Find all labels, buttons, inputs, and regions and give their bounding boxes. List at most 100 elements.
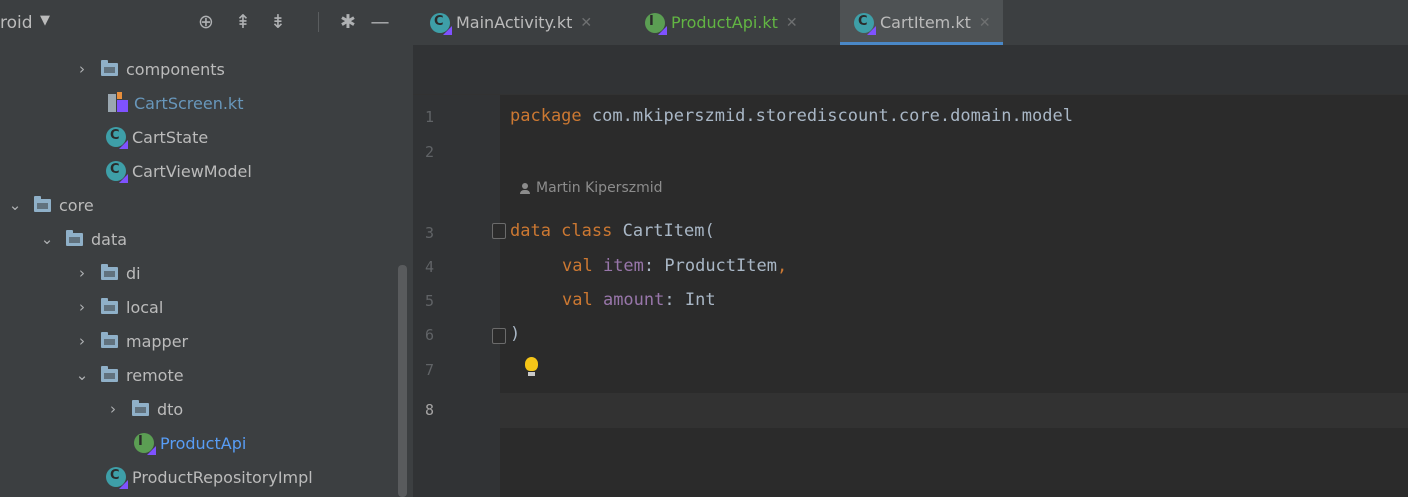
kotlin-file-icon xyxy=(108,92,128,114)
line-number: 4 xyxy=(425,258,435,276)
project-toolbar: roid ▼ ⊕ ⇞ ⇟ ✱ — xyxy=(0,0,413,45)
tree-item-label: dto xyxy=(157,399,184,419)
folder-icon xyxy=(101,331,118,348)
keyword: data class xyxy=(510,221,613,241)
tree-item-label: ProductRepositoryImpl xyxy=(132,467,313,487)
code-line-5[interactable]: val amount: Int xyxy=(562,290,716,310)
folder-icon xyxy=(101,59,118,76)
tree-item-label: CartViewModel xyxy=(132,161,252,181)
toolbar-divider xyxy=(318,12,319,32)
kotlin-interface-icon: I xyxy=(645,12,667,35)
property-type: : Int xyxy=(664,290,716,310)
lightbulb-icon[interactable] xyxy=(524,357,538,379)
close-icon[interactable]: ✕ xyxy=(979,15,991,31)
close-icon[interactable]: ✕ xyxy=(580,15,592,31)
tree-item-label: di xyxy=(126,263,141,283)
folder-icon xyxy=(101,365,118,382)
line-number: 1 xyxy=(425,108,435,126)
author-name: Martin Kiperszmid xyxy=(536,180,663,196)
chevron-right-icon[interactable]: › xyxy=(73,264,91,282)
code-line-4[interactable]: val item: ProductItem, xyxy=(562,256,787,276)
kotlin-class-icon: C xyxy=(430,12,452,35)
tree-item-label: components xyxy=(126,59,225,79)
editor-tab-bar: C MainActivity.kt ✕ I ProductApi.kt ✕ C … xyxy=(413,0,1408,45)
tree-item-di[interactable]: › di xyxy=(73,256,141,290)
tab-productapi[interactable]: I ProductApi.kt ✕ xyxy=(645,0,804,45)
chevron-down-icon[interactable]: ⌄ xyxy=(38,230,56,248)
folder-icon xyxy=(34,195,51,212)
tree-item-label: CartState xyxy=(132,127,209,147)
tree-item-label: mapper xyxy=(126,331,189,351)
kotlin-class-icon: C xyxy=(854,12,876,35)
author-hint[interactable]: Martin Kiperszmid xyxy=(520,180,663,196)
tree-item-cartviewmodel[interactable]: C CartViewModel xyxy=(106,154,252,188)
hide-icon[interactable]: — xyxy=(367,9,393,35)
project-panel: roid ▼ ⊕ ⇞ ⇟ ✱ — › components CartScreen… xyxy=(0,0,413,497)
tree-item-label: core xyxy=(59,195,94,215)
folder-icon xyxy=(66,229,83,246)
tree-item-data[interactable]: ⌄ data xyxy=(38,222,127,256)
line-number: 5 xyxy=(425,292,435,310)
closing-paren: ) xyxy=(510,324,521,344)
property-name: item xyxy=(592,256,644,276)
property-name: amount xyxy=(592,290,665,310)
folder-icon xyxy=(132,399,149,416)
tree-item-cartscreen[interactable]: CartScreen.kt xyxy=(108,86,243,120)
tree-item-mapper[interactable]: › mapper xyxy=(73,324,188,358)
tree-item-label: CartScreen.kt xyxy=(134,93,244,113)
fold-marker-icon[interactable] xyxy=(492,223,506,239)
project-scrollbar[interactable] xyxy=(398,265,407,497)
kotlin-class-icon: C xyxy=(106,161,128,183)
line-number: 3 xyxy=(425,224,435,242)
chevron-down-icon[interactable]: ⌄ xyxy=(6,196,24,214)
tree-item-label: ProductApi xyxy=(160,433,247,453)
tab-label: MainActivity.kt xyxy=(456,13,573,32)
current-line-highlight xyxy=(500,393,1408,428)
tree-item-cartstate[interactable]: C CartState xyxy=(106,120,208,154)
expand-all-icon[interactable]: ⇞ xyxy=(230,9,256,35)
tree-item-label: data xyxy=(91,229,128,249)
chevron-down-icon[interactable]: ⌄ xyxy=(73,366,91,384)
person-icon xyxy=(520,182,530,194)
chevron-right-icon[interactable]: › xyxy=(73,298,91,316)
tree-item-productapi[interactable]: I ProductApi xyxy=(134,426,246,460)
chevron-down-icon[interactable]: ▼ xyxy=(40,13,50,28)
code-line-3[interactable]: data class CartItem( xyxy=(510,221,715,241)
kotlin-class-icon: C xyxy=(106,127,128,149)
fold-marker-icon[interactable] xyxy=(492,328,506,344)
comma: , xyxy=(776,256,788,276)
class-declaration: CartItem( xyxy=(612,221,715,241)
tree-item-label: remote xyxy=(126,365,184,385)
line-number: 2 xyxy=(425,143,435,161)
locate-icon[interactable]: ⊕ xyxy=(193,9,219,35)
tree-item-remote[interactable]: ⌄ remote xyxy=(73,358,184,392)
kotlin-class-icon: C xyxy=(106,467,128,489)
folder-icon xyxy=(101,297,118,314)
line-number: 6 xyxy=(425,326,435,344)
code-line-6[interactable]: ) xyxy=(510,324,520,344)
package-name: com.mkiperszmid.storediscount.core.domai… xyxy=(581,106,1073,126)
chevron-right-icon[interactable]: › xyxy=(104,400,122,418)
keyword: val xyxy=(562,290,593,310)
tree-item-productrepositoryimpl[interactable]: C ProductRepositoryImpl xyxy=(106,460,313,494)
gear-icon[interactable]: ✱ xyxy=(335,9,361,35)
tree-item-local[interactable]: › local xyxy=(73,290,163,324)
line-number-current: 8 xyxy=(425,401,435,419)
chevron-right-icon[interactable]: › xyxy=(73,60,91,78)
collapse-all-icon[interactable]: ⇟ xyxy=(265,9,291,35)
tab-mainactivity[interactable]: C MainActivity.kt ✕ xyxy=(430,0,598,45)
tree-item-dto[interactable]: › dto xyxy=(104,392,183,426)
property-type: : ProductItem xyxy=(643,256,777,276)
line-number: 7 xyxy=(425,361,435,379)
close-icon[interactable]: ✕ xyxy=(786,15,798,31)
tree-item-components[interactable]: › components xyxy=(73,52,225,86)
tree-item-label: local xyxy=(126,297,164,317)
project-view-title[interactable]: roid xyxy=(0,13,33,33)
tab-label: ProductApi.kt xyxy=(671,13,778,32)
chevron-right-icon[interactable]: › xyxy=(73,332,91,350)
code-line-1[interactable]: package com.mkiperszmid.storediscount.co… xyxy=(510,106,1073,126)
kotlin-interface-icon: I xyxy=(134,433,156,455)
tree-item-core[interactable]: ⌄ core xyxy=(6,188,94,222)
tab-label: CartItem.kt xyxy=(880,13,971,32)
tab-cartitem[interactable]: C CartItem.kt ✕ xyxy=(840,0,1003,45)
